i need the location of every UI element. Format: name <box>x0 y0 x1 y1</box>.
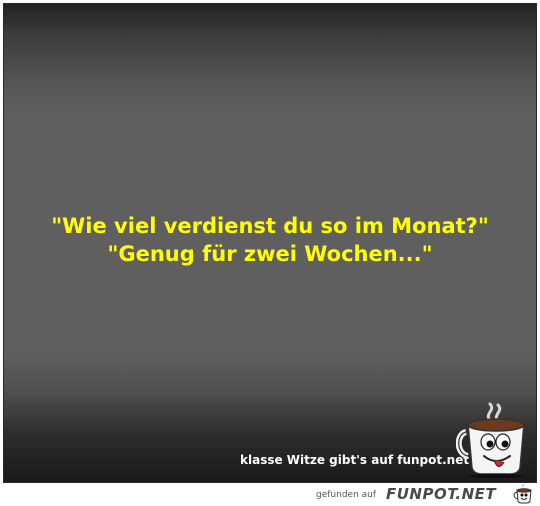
joke-line-question: "Wie viel verdienst du so im Monat?" <box>51 214 489 238</box>
page: "Wie viel verdienst du so im Monat?" "Ge… <box>0 0 540 506</box>
joke-text: "Wie viel verdienst du so im Monat?" "Ge… <box>4 212 536 268</box>
coffee-mug-mascot-icon <box>456 402 525 478</box>
funpot-brand-link[interactable]: FUNPOT.NET <box>386 485 496 503</box>
tagline: klasse Witze gibt's auf funpot.net <box>240 453 470 467</box>
joke-line-answer: "Genug für zwei Wochen..." <box>107 242 433 266</box>
found-on-label: gefunden auf <box>316 490 377 500</box>
joke-card: "Wie viel verdienst du so im Monat?" "Ge… <box>3 3 537 483</box>
footer: gefunden auf FUNPOT.NET <box>0 482 540 506</box>
coffee-mug-logo-icon <box>513 484 532 504</box>
